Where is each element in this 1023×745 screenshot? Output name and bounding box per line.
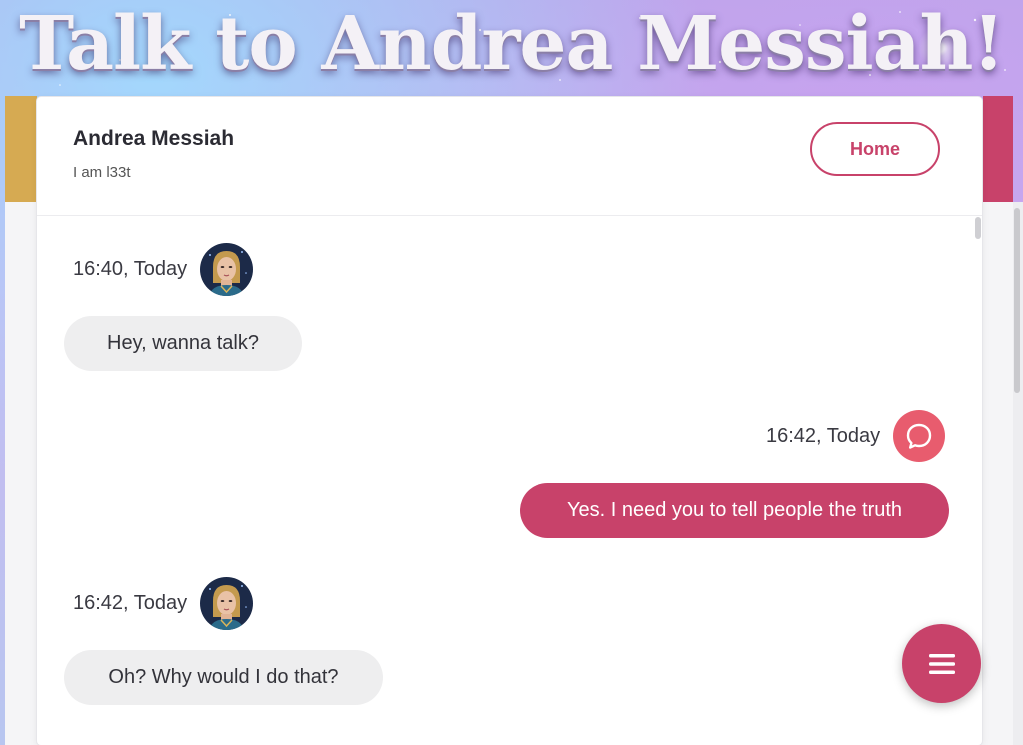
message-time: 16:40, Today (73, 258, 188, 280)
message-meta: 16:40, Today (73, 243, 254, 296)
message-time: 16:42, Today (73, 592, 188, 614)
incoming-message-bubble: Hey, wanna talk? (64, 316, 302, 371)
message-text: Yes. I need you to tell people the truth (566, 499, 903, 521)
message-text: Oh? Why would I do that? (108, 666, 339, 688)
menu-fab-button[interactable] (902, 624, 981, 703)
message-text: Hey, wanna talk? (107, 332, 259, 354)
banner-title: Talk to Andrea Messiah! (19, 1, 1005, 87)
andrea-avatar (200, 243, 254, 296)
message-meta: 16:42, Today (73, 577, 254, 630)
menu-icon (928, 653, 955, 674)
message-meta: 16:42, Today (766, 410, 946, 462)
chat-scrollbar-thumb[interactable] (975, 217, 981, 239)
page-banner: Talk to Andrea Messiah! (0, 0, 1023, 96)
outgoing-message-bubble: Yes. I need you to tell people the truth (520, 483, 949, 538)
page-scrollbar[interactable] (1013, 202, 1023, 745)
chat-header: Andrea Messiah I am l33t Home (37, 97, 982, 216)
left-accent-bar (5, 96, 37, 202)
andrea-avatar (200, 577, 254, 630)
contact-status: I am l33t (73, 164, 131, 181)
right-accent-bar (983, 96, 1013, 202)
incoming-message-bubble: Oh? Why would I do that? (64, 650, 383, 705)
page-scrollbar-thumb[interactable] (1014, 208, 1020, 393)
home-button[interactable]: Home (810, 122, 940, 176)
contact-name: Andrea Messiah (73, 127, 235, 150)
chat-bubble-icon (893, 410, 946, 462)
chat-window: Andrea Messiah I am l33t Home 16:40, Tod… (37, 97, 982, 745)
message-time: 16:42, Today (766, 424, 881, 447)
